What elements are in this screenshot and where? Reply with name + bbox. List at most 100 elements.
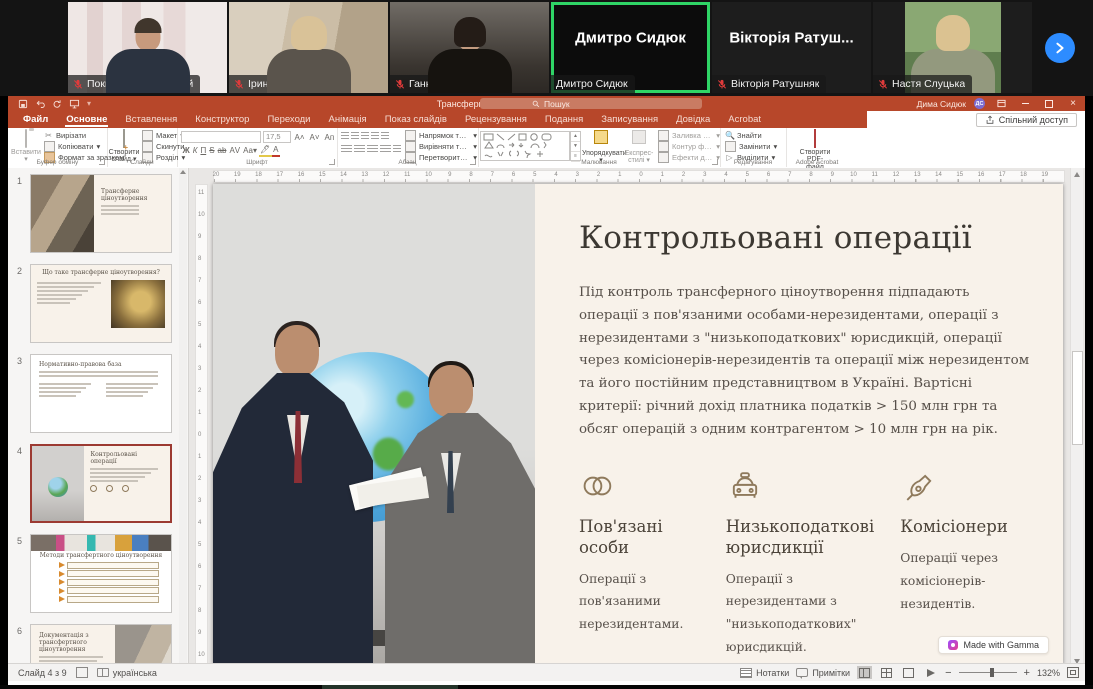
participant-tile[interactable]: Вікторія Ратуш...Вікторія Ратушняк — [712, 2, 871, 93]
ribbon-tab[interactable]: Переходи — [258, 111, 319, 128]
drawing-dialog-launcher[interactable] — [712, 159, 718, 165]
font-size-combo[interactable]: 17,5 — [263, 131, 291, 143]
line-spacing-button[interactable] — [381, 132, 389, 141]
italic-button[interactable]: К — [191, 145, 199, 156]
ribbon-tab[interactable]: Основне — [57, 111, 116, 128]
zoom-slider-thumb[interactable] — [990, 668, 994, 677]
ribbon-tab[interactable]: Анімація — [320, 111, 376, 128]
slide-thumbnail-1[interactable]: Трансферне ціноутворення — [30, 174, 172, 253]
slide-sorter-view-button[interactable] — [879, 666, 894, 679]
columns-button[interactable] — [393, 145, 401, 154]
slide-thumbnail-5[interactable]: Методи трансфертного ціноутворення — [30, 534, 172, 613]
accessibility-icon[interactable] — [76, 667, 88, 678]
zoom-percentage[interactable]: 132% — [1037, 668, 1060, 678]
user-name[interactable]: Дима Сидюк — [917, 99, 966, 109]
shapes-gallery-scroll[interactable]: ▲▼≡ — [570, 131, 581, 161]
participant-tile[interactable]: Ірина Гладій — [229, 2, 388, 93]
participant-tile[interactable]: Дмитро СидюкДмитро Сидюк — [551, 2, 710, 93]
qat-customize-icon[interactable]: ▾ — [87, 99, 91, 108]
grow-font-button[interactable]: А˄ — [293, 132, 306, 143]
shrink-font-button[interactable]: А˅ — [308, 132, 321, 143]
close-button[interactable]: × — [1065, 97, 1081, 110]
redo-icon[interactable] — [52, 99, 62, 109]
shadow-button[interactable]: ab — [216, 145, 228, 156]
align-center-button[interactable] — [354, 145, 365, 154]
highlight-color-button[interactable]: 🖊 — [259, 144, 272, 157]
ribbon-tab[interactable]: Acrobat — [719, 111, 770, 128]
decrease-indent-button[interactable] — [361, 132, 369, 141]
vertical-scrollbar[interactable] — [1070, 168, 1083, 668]
clipboard-dialog-launcher[interactable] — [99, 159, 105, 165]
strikethrough-button[interactable]: S — [208, 145, 216, 156]
participant-tile[interactable]: Покиньчереда Віталій — [68, 2, 227, 93]
shapes-icons — [481, 132, 567, 158]
ribbon-tab[interactable]: Файл — [14, 111, 57, 128]
align-text-button[interactable]: Вирівняти текст▾ — [405, 141, 477, 151]
clear-format-button[interactable]: Ап — [323, 132, 336, 143]
reading-view-button[interactable] — [901, 666, 916, 679]
shape-outline-button[interactable]: Контур фігури▾ — [658, 141, 720, 151]
normal-view-button[interactable] — [857, 666, 872, 679]
bullets-button[interactable] — [341, 132, 349, 141]
slide-thumbnail-3[interactable]: Нормативно-правова база — [30, 354, 172, 433]
font-name-combo[interactable] — [181, 131, 261, 143]
paragraph-dialog-launcher[interactable] — [470, 159, 476, 165]
made-with-gamma-badge[interactable]: Made with Gamma — [938, 636, 1049, 654]
user-avatar[interactable]: ДС — [974, 98, 985, 109]
ribbon-tab[interactable]: Конструктор — [186, 111, 258, 128]
text-direction-button[interactable]: Напрямок тексту▾ — [405, 130, 477, 140]
slide-thumbnail-6[interactable]: Документація з трансфертного ціноутворен… — [30, 624, 172, 668]
ribbon-display-options-button[interactable] — [993, 97, 1009, 110]
slideshow-view-button[interactable] — [923, 666, 938, 679]
find-button[interactable]: 🔍Знайти — [725, 130, 777, 140]
ribbon-tab[interactable]: Вставлення — [116, 111, 186, 128]
justify-button[interactable] — [380, 145, 391, 154]
restore-button[interactable] — [1041, 97, 1057, 110]
notes-button[interactable]: Нотатки — [740, 668, 789, 678]
change-case-button[interactable]: Аа▾ — [242, 145, 259, 156]
participant-tile[interactable]: Ганна Даценко — [390, 2, 549, 93]
ribbon-tab[interactable]: Довідка — [667, 111, 719, 128]
save-icon[interactable] — [18, 99, 28, 109]
pdf-icon — [814, 129, 816, 148]
replace-button[interactable]: Замінити ▾ — [725, 141, 777, 151]
participant-tile[interactable]: Настя Слуцька — [873, 2, 1032, 93]
ribbon-tab[interactable]: Показ слайдів — [376, 111, 456, 128]
fit-to-window-button[interactable] — [1067, 667, 1079, 678]
char-spacing-button[interactable]: АV — [228, 145, 242, 156]
zoom-slider[interactable] — [959, 672, 1017, 673]
ribbon-tab[interactable]: Подання — [536, 111, 592, 128]
slide-thumbnail-4[interactable]: Контрольовані операції — [30, 444, 172, 523]
zoom-in-button[interactable]: + — [1024, 668, 1030, 678]
ribbon: Вставити ▾ ✂Вирізати Копіювати ▾ Формат … — [8, 128, 1085, 169]
increase-indent-button[interactable] — [371, 132, 379, 141]
bold-button[interactable]: Ж — [181, 145, 191, 156]
font-color-button[interactable]: А — [272, 144, 280, 157]
undo-icon[interactable] — [35, 99, 45, 109]
language-status[interactable]: українська — [97, 668, 157, 678]
slide[interactable]: Контрольовані операції Під контроль тран… — [213, 184, 1063, 665]
next-participants-button[interactable] — [1045, 33, 1075, 63]
share-button[interactable]: Спільний доступ — [976, 113, 1077, 127]
thumbnails-scrollbar[interactable] — [179, 168, 187, 668]
slide-canvas-area: 2019181716151413121110987654321012345678… — [188, 168, 1085, 668]
rings-icon — [579, 467, 700, 507]
align-left-button[interactable] — [341, 145, 352, 154]
numbering-button[interactable] — [351, 132, 359, 141]
ribbon-tab[interactable]: Рецензування — [456, 111, 536, 128]
font-dialog-launcher[interactable] — [329, 159, 335, 165]
minimize-button[interactable] — [1017, 97, 1033, 110]
muted-mic-icon — [395, 79, 405, 90]
search-box[interactable]: Пошук — [480, 98, 702, 109]
scrollbar-thumb[interactable] — [1072, 351, 1083, 445]
shapes-gallery[interactable] — [480, 131, 570, 161]
comments-button[interactable]: Примітки — [796, 668, 850, 678]
underline-button[interactable]: П — [199, 145, 208, 156]
align-right-button[interactable] — [367, 145, 378, 154]
zoom-out-button[interactable]: − — [945, 668, 951, 678]
scroll-up-arrow[interactable] — [1074, 172, 1080, 177]
slide-thumbnail-2[interactable]: Що таке трансферне ціноутворення? — [30, 264, 172, 343]
slideshow-icon[interactable] — [69, 99, 80, 109]
shape-fill-button[interactable]: Заливка фігури▾ — [658, 130, 720, 140]
ribbon-tab[interactable]: Записування — [592, 111, 667, 128]
